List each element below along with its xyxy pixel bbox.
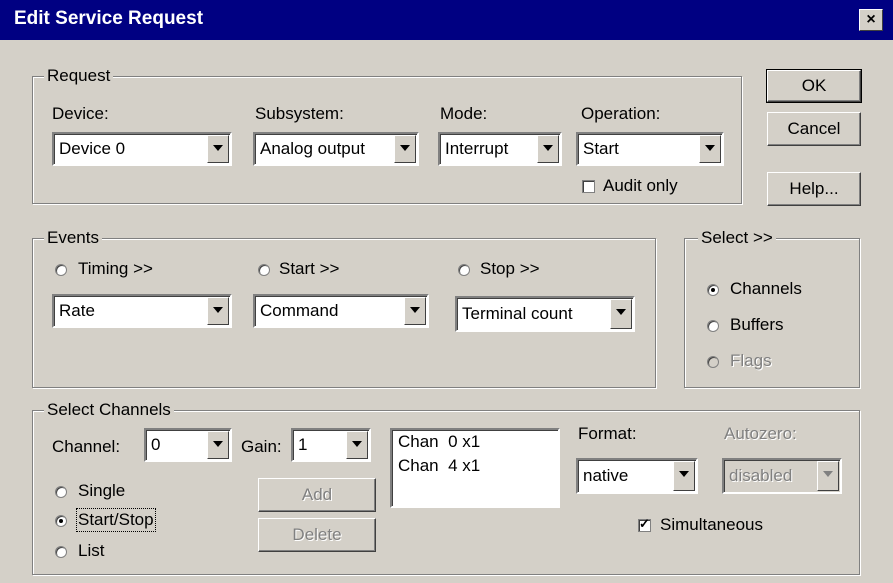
channel-list[interactable]: Chan 0 x1 Chan 4 x1 <box>390 428 560 508</box>
ok-label: OK <box>801 76 827 95</box>
cancel-label: Cancel <box>787 119 841 138</box>
mode-value: Interrupt <box>445 139 509 158</box>
buffers-label[interactable]: Buffers <box>730 315 784 335</box>
ok-button[interactable]: OK <box>766 69 862 103</box>
events-legend: Events <box>44 228 102 248</box>
select-channels-legend: Select Channels <box>44 400 174 420</box>
audit-only-label[interactable]: Audit only <box>603 176 678 196</box>
list-radio[interactable] <box>55 546 67 558</box>
format-select[interactable]: native <box>576 458 698 494</box>
stop-value: Terminal count <box>462 304 573 323</box>
help-label: Help... <box>789 179 839 198</box>
mode-select[interactable]: Interrupt <box>438 132 562 166</box>
subsystem-value: Analog output <box>260 139 365 158</box>
stop-radio[interactable] <box>458 264 470 276</box>
timing-label[interactable]: Timing >> <box>78 259 153 279</box>
chevron-down-icon <box>817 461 839 491</box>
chevron-down-icon[interactable] <box>404 297 426 325</box>
stop-select[interactable]: Terminal count <box>455 296 635 332</box>
mode-label: Mode: <box>440 104 488 123</box>
chevron-down-icon[interactable] <box>699 135 721 163</box>
delete-button: Delete <box>258 518 376 552</box>
channels-label[interactable]: Channels <box>730 279 802 299</box>
start-value: Command <box>260 301 339 320</box>
device-select[interactable]: Device 0 <box>52 132 232 166</box>
simultaneous-checkbox[interactable] <box>638 516 651 532</box>
window-title: Edit Service Request <box>14 8 204 29</box>
title-bar: Edit Service Request × <box>0 0 893 40</box>
start-label[interactable]: Start >> <box>279 259 339 279</box>
list-item[interactable]: Chan 4 x1 <box>398 456 480 476</box>
audit-only-checkbox[interactable] <box>582 180 595 193</box>
single-label[interactable]: Single <box>78 481 125 501</box>
operation-select[interactable]: Start <box>576 132 724 166</box>
format-label: Format: <box>578 424 637 443</box>
start-stop-label[interactable]: Start/Stop <box>76 508 156 532</box>
chevron-down-icon[interactable] <box>207 297 229 325</box>
select-legend: Select >> <box>698 228 776 248</box>
timing-value: Rate <box>59 301 95 320</box>
list-label[interactable]: List <box>78 541 104 561</box>
chevron-down-icon[interactable] <box>610 299 632 329</box>
channel-label: Channel: <box>52 437 121 456</box>
close-button[interactable]: × <box>859 9 883 31</box>
buffers-radio[interactable] <box>707 320 719 332</box>
subsystem-label: Subsystem: <box>255 104 344 123</box>
flags-label: Flags <box>730 351 772 370</box>
help-button[interactable]: Help... <box>767 172 861 206</box>
gain-label: Gain: <box>241 437 282 456</box>
chevron-down-icon[interactable] <box>394 135 416 163</box>
device-label: Device: <box>52 104 109 123</box>
channel-select[interactable]: 0 <box>144 428 232 462</box>
device-value: Device 0 <box>59 139 126 158</box>
chevron-down-icon[interactable] <box>207 135 229 163</box>
add-button: Add <box>258 478 376 512</box>
chevron-down-icon[interactable] <box>673 461 695 491</box>
stop-label[interactable]: Stop >> <box>480 259 540 279</box>
list-item[interactable]: Chan 0 x1 <box>398 432 480 452</box>
chevron-down-icon[interactable] <box>346 431 368 459</box>
format-value: native <box>583 466 629 485</box>
autozero-label: Autozero: <box>724 424 797 443</box>
autozero-value: disabled <box>729 466 793 485</box>
add-label: Add <box>301 485 333 504</box>
single-radio[interactable] <box>55 486 67 498</box>
cancel-button[interactable]: Cancel <box>767 112 861 146</box>
chevron-down-icon[interactable] <box>207 431 229 459</box>
gain-select[interactable]: 1 <box>291 428 371 462</box>
timing-radio[interactable] <box>55 264 67 276</box>
operation-label: Operation: <box>581 104 661 123</box>
timing-select[interactable]: Rate <box>52 294 232 328</box>
close-icon: × <box>866 11 876 28</box>
gain-value: 1 <box>298 435 308 454</box>
start-stop-radio[interactable] <box>55 515 67 527</box>
request-legend: Request <box>44 66 114 86</box>
subsystem-select[interactable]: Analog output <box>253 132 419 166</box>
operation-value: Start <box>583 139 619 158</box>
channels-radio[interactable] <box>707 284 719 296</box>
delete-label: Delete <box>292 525 342 544</box>
start-select[interactable]: Command <box>253 294 429 328</box>
start-radio[interactable] <box>258 264 270 276</box>
flags-radio <box>707 356 719 368</box>
channel-value: 0 <box>151 435 161 454</box>
autozero-select: disabled <box>722 458 842 494</box>
simultaneous-label[interactable]: Simultaneous <box>660 515 763 535</box>
chevron-down-icon[interactable] <box>537 135 559 163</box>
